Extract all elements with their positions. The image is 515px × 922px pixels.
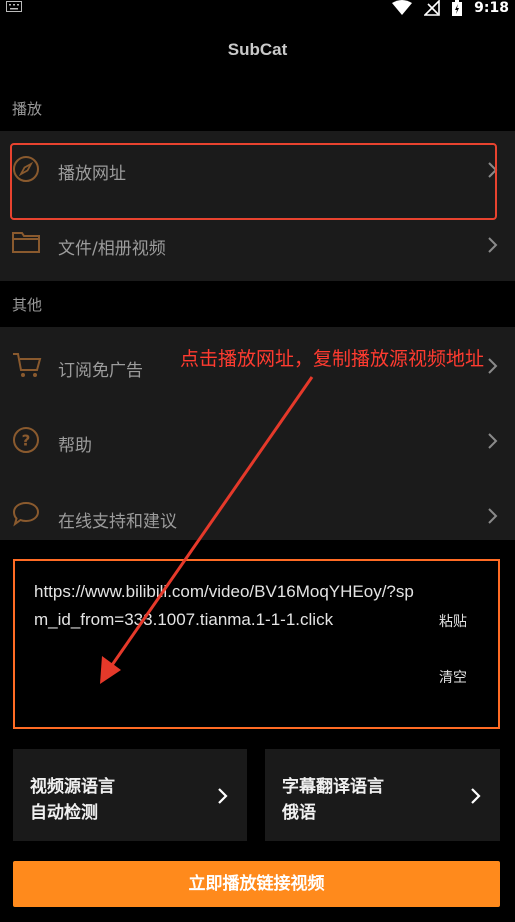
source-language-card[interactable]: 视频源语言 自动检测 (13, 749, 247, 841)
source-language-value: 自动检测 (30, 803, 98, 823)
play-link-video-button[interactable]: 立即播放链接视频 (13, 861, 500, 907)
chevron-right-icon (470, 787, 482, 805)
annotation-text: 点击播放网址，复制播放源视频地址 (180, 348, 485, 370)
source-language-title: 视频源语言 (30, 777, 115, 797)
chevron-right-icon (217, 787, 229, 805)
target-language-card[interactable]: 字幕翻译语言 俄语 (265, 749, 500, 841)
target-language-value: 俄语 (282, 803, 316, 823)
target-language-title: 字幕翻译语言 (282, 777, 384, 797)
